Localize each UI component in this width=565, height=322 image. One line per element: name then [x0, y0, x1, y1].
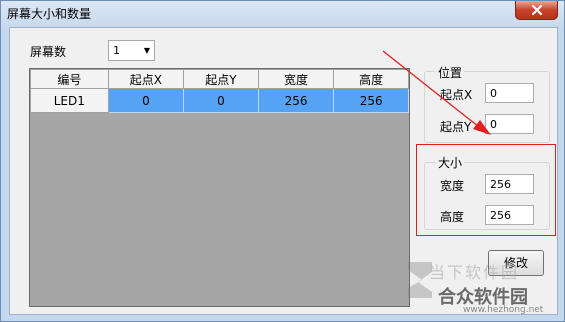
cell-width[interactable]: 256 — [257, 88, 335, 113]
highlight-box — [416, 144, 556, 236]
column-header-id[interactable]: 编号 — [30, 69, 109, 89]
cell-id[interactable]: LED1 — [30, 88, 109, 113]
cell-y[interactable]: 0 — [183, 88, 259, 113]
screen-count-select[interactable]: 1 ▼ — [108, 40, 155, 61]
title-bar[interactable]: 屏幕大小和数量 — [1, 1, 564, 25]
table-row[interactable]: LED1 0 0 256 256 — [30, 88, 409, 113]
position-x-input[interactable]: 0 — [485, 83, 534, 103]
column-header-height[interactable]: 高度 — [333, 69, 409, 89]
cell-x[interactable]: 0 — [107, 88, 185, 113]
column-header-width[interactable]: 宽度 — [257, 69, 335, 89]
table-header-row: 编号 起点X 起点Y 宽度 高度 — [30, 69, 409, 89]
dialog-window: 屏幕大小和数量 屏幕数 1 ▼ 编号 起点X 起点Y 宽度 高度 LED1 0 … — [0, 0, 565, 322]
cell-height[interactable]: 256 — [333, 88, 409, 113]
close-button[interactable] — [515, 1, 558, 20]
watermark-url: www.hezhong.net — [463, 305, 544, 315]
screen-grid[interactable]: 编号 起点X 起点Y 宽度 高度 LED1 0 0 256 256 — [29, 68, 410, 307]
position-group-title: 位置 — [436, 64, 465, 81]
screen-table: 编号 起点X 起点Y 宽度 高度 LED1 0 0 256 256 — [30, 69, 409, 113]
position-y-input[interactable]: 0 — [485, 114, 534, 134]
watermark-text-1: 当下软件园 — [429, 263, 520, 282]
chevron-down-icon: ▼ — [143, 46, 150, 55]
position-x-label: 起点X — [440, 88, 473, 102]
position-y-label: 起点Y — [440, 120, 472, 134]
close-icon — [531, 4, 542, 16]
column-header-x[interactable]: 起点X — [107, 69, 185, 89]
screen-count-value: 1 — [113, 44, 120, 57]
column-header-y[interactable]: 起点Y — [183, 69, 259, 89]
window-title: 屏幕大小和数量 — [7, 7, 92, 21]
screen-count-label: 屏幕数 — [30, 45, 67, 59]
